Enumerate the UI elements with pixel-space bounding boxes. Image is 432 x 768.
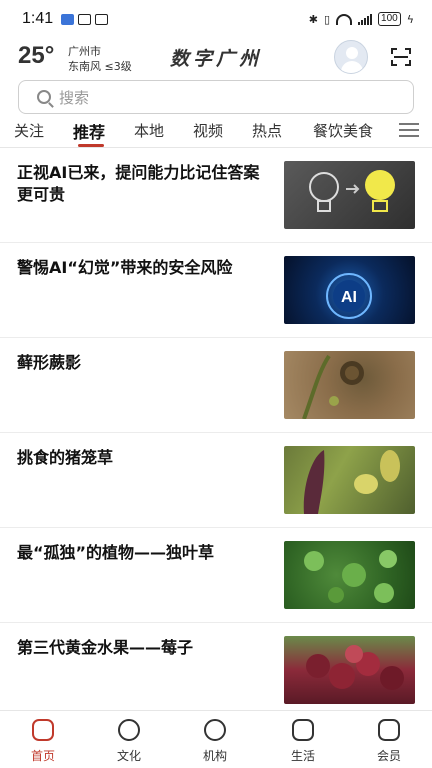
culture-icon	[118, 719, 140, 741]
tab-recommend[interactable]: 推荐	[73, 119, 105, 143]
vibrate-icon: ▯	[323, 12, 331, 26]
member-icon	[378, 719, 400, 741]
nav-culture[interactable]: 文化	[99, 719, 159, 764]
app-notification-icon	[61, 13, 75, 25]
news-thumbnail	[284, 636, 415, 704]
avatar[interactable]	[334, 40, 368, 74]
nav-label: 首页	[30, 749, 55, 763]
app-header: 25° 广州市 东南风 ≤3级 数字广州	[0, 38, 432, 78]
nfc-icon	[78, 13, 92, 25]
news-title: 藓形蕨影	[17, 353, 82, 372]
app-logo: 数字广州	[170, 48, 263, 70]
news-thumbnail	[284, 446, 415, 514]
news-item[interactable]: 正视AI已来，提问能力比记住答案更可贵	[0, 148, 432, 243]
news-item[interactable]: 挑食的猪笼草	[0, 433, 432, 528]
tab-hot[interactable]: 热点	[252, 120, 282, 141]
search-icon	[37, 90, 51, 104]
news-thumbnail	[284, 161, 415, 229]
nav-home[interactable]: 首页	[13, 719, 73, 764]
nav-member[interactable]: 会员	[359, 719, 419, 764]
life-icon	[292, 719, 314, 741]
category-tabs: 关注 推荐 本地 视频 热点 餐饮美食	[0, 114, 432, 147]
institution-icon	[204, 719, 226, 741]
weather-wind[interactable]: 东南风 ≤3级	[68, 58, 132, 74]
news-title: 警惕AI“幻觉”带来的安全风险	[17, 258, 233, 277]
tab-menu-icon[interactable]	[399, 123, 419, 137]
news-thumbnail	[284, 351, 415, 419]
status-bar: 1:41 ✱ ▯ 100 ϟ	[0, 0, 432, 38]
battery-indicator: 100	[378, 12, 401, 26]
news-title: 挑食的猪笼草	[17, 448, 114, 467]
tab-local[interactable]: 本地	[134, 120, 164, 141]
alarm-icon	[95, 13, 109, 25]
news-item[interactable]: 第三代黄金水果——莓子	[0, 623, 432, 718]
nav-life[interactable]: 生活	[273, 719, 333, 764]
nav-label: 机构	[202, 749, 227, 763]
news-thumbnail	[284, 541, 415, 609]
bluetooth-icon: ✱	[308, 12, 318, 26]
bottom-nav: 首页 文化 机构 生活 会员	[0, 710, 432, 768]
weather-city[interactable]: 广州市	[68, 43, 101, 59]
nav-institution[interactable]: 机构	[185, 719, 245, 764]
news-title: 正视AI已来，提问能力比记住答案更可贵	[17, 163, 260, 204]
weather-temperature[interactable]: 25°	[18, 42, 54, 70]
tab-food[interactable]: 餐饮美食	[313, 120, 373, 141]
nav-label: 文化	[116, 749, 141, 763]
search-placeholder: 搜索	[59, 88, 90, 107]
news-title: 第三代黄金水果——莓子	[17, 638, 194, 657]
news-item[interactable]: 警惕AI“幻觉”带来的安全风险 AI	[0, 243, 432, 338]
ai-chip-text: AI	[341, 289, 357, 306]
tab-follow[interactable]: 关注	[14, 120, 44, 141]
status-notification-icons	[61, 13, 109, 25]
nav-label: 生活	[290, 749, 315, 763]
avatar-head-shape	[346, 47, 358, 59]
news-item[interactable]: 最“孤独”的植物——独叶草	[0, 528, 432, 623]
news-item[interactable]: 藓形蕨影	[0, 338, 432, 433]
news-title: 最“孤独”的植物——独叶草	[17, 543, 215, 562]
nav-label: 会员	[376, 749, 401, 763]
scan-icon[interactable]	[391, 48, 411, 66]
wifi-icon	[336, 13, 353, 25]
charging-icon: ϟ	[406, 12, 414, 26]
news-thumbnail: AI	[284, 256, 415, 324]
home-icon	[32, 719, 54, 741]
status-system-icons: ✱ ▯ 100 ϟ	[309, 12, 414, 26]
tab-video[interactable]: 视频	[193, 120, 223, 141]
status-time: 1:41	[22, 10, 54, 27]
search-input[interactable]: 搜索	[18, 80, 414, 114]
avatar-body-shape	[341, 61, 363, 73]
signal-icon	[358, 13, 373, 25]
